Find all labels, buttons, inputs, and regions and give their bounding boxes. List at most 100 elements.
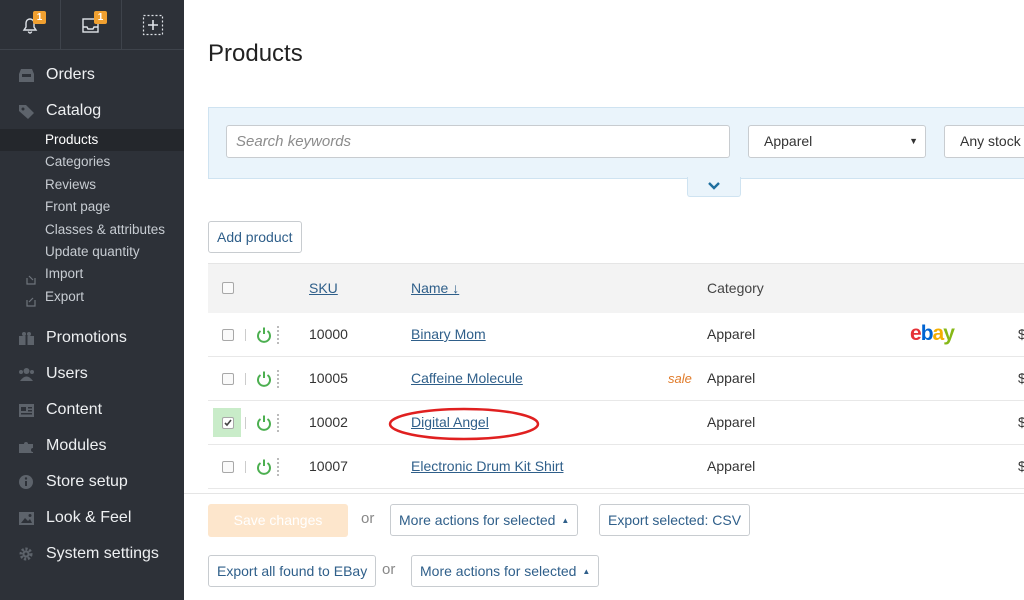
power-toggle-icon[interactable] <box>256 458 272 480</box>
stock-select[interactable]: Any stock s <box>944 125 1024 158</box>
sidebar-item-front-page[interactable]: Front page <box>0 196 184 218</box>
sidebar-item-promotions[interactable]: Promotions <box>0 320 184 356</box>
sidebar-item-label: Modules <box>46 437 107 455</box>
main-content: Products Apparel ▼ Any stock s Add produ… <box>184 0 1024 600</box>
add-product-button[interactable]: Add product <box>208 221 302 253</box>
gift-icon <box>17 330 35 346</box>
sidebar-item-products[interactable]: Products <box>0 129 184 152</box>
row-menu-icon[interactable] <box>277 414 280 432</box>
sidebar-item-catalog[interactable]: Catalog <box>0 93 184 129</box>
row-menu-icon[interactable] <box>277 370 280 388</box>
sidebar-item-content[interactable]: Content <box>0 392 184 428</box>
export-csv-button[interactable]: Export selected: CSV <box>599 504 751 536</box>
divider <box>245 461 246 473</box>
sidebar-item-label: Export <box>45 288 85 304</box>
power-toggle-icon[interactable] <box>256 414 272 436</box>
row-price: $ <box>1018 414 1024 430</box>
row-checkbox[interactable] <box>222 461 234 473</box>
row-category: Apparel <box>707 458 756 474</box>
sidebar: 1 1 Orders Catalog Products Categories R… <box>0 0 184 600</box>
row-price: $ <box>1018 370 1024 386</box>
row-category: Apparel <box>707 370 756 386</box>
sidebar-item-update-quantity[interactable]: Update quantity <box>0 241 184 263</box>
table-row: 10005 Caffeine Molecule sale Apparel $ <box>208 357 1024 401</box>
sidebar-item-label: Promotions <box>46 329 127 347</box>
sale-badge: sale <box>668 371 692 386</box>
sidebar-item-label: Orders <box>46 66 95 83</box>
column-header-name[interactable]: Name ↓ <box>411 264 459 314</box>
sidebar-item-import[interactable]: Import <box>0 263 184 285</box>
search-input[interactable] <box>226 125 730 158</box>
sidebar-item-export[interactable]: Export <box>0 286 184 308</box>
sidebar-item-users[interactable]: Users <box>0 356 184 392</box>
category-select[interactable]: Apparel ▼ <box>748 125 926 158</box>
ebay-logo-icon: ebay <box>910 322 955 345</box>
sidebar-item-store-setup[interactable]: Store setup <box>0 464 184 500</box>
table-header: SKU Name ↓ Category <box>208 263 1024 313</box>
caret-up-icon: ▲ <box>582 567 591 576</box>
row-checkbox[interactable] <box>222 373 234 385</box>
sticky-action-bar: Save changes or More actions for selecte… <box>184 493 1024 600</box>
caret-up-icon: ▲ <box>561 516 570 525</box>
more-actions-button[interactable]: More actions for selected ▲ <box>411 555 600 587</box>
table-row: 10007 Electronic Drum Kit Shirt Apparel … <box>208 445 1024 489</box>
sidebar-item-modules[interactable]: Modules <box>0 428 184 464</box>
row-checkbox-checked[interactable] <box>222 417 234 429</box>
sidebar-item-label: Content <box>46 401 103 419</box>
row-menu-icon[interactable] <box>277 458 280 476</box>
more-actions-label: More actions for selected <box>420 563 577 579</box>
sidebar-item-label: Import <box>45 266 84 282</box>
row-name-link[interactable]: Electronic Drum Kit Shirt <box>411 445 563 489</box>
sidebar-topbar: 1 1 <box>0 0 184 50</box>
row-sku: 10005 <box>309 370 348 386</box>
select-all-checkbox[interactable] <box>222 282 234 294</box>
sidebar-item-label: Store setup <box>46 473 128 491</box>
gear-icon <box>17 546 35 562</box>
notifications-button[interactable]: 1 <box>0 0 61 50</box>
messages-button[interactable]: 1 <box>61 0 122 50</box>
column-header-category: Category <box>707 280 764 296</box>
row-checkbox[interactable] <box>222 329 234 341</box>
row-name-link[interactable]: Caffeine Molecule <box>411 357 523 401</box>
category-select-value: Apparel <box>764 133 813 149</box>
row-sku: 10007 <box>309 458 348 474</box>
dropdown-caret-icon: ▼ <box>909 136 918 146</box>
column-header-sku[interactable]: SKU <box>309 264 338 314</box>
power-toggle-icon[interactable] <box>256 326 272 348</box>
import-icon <box>26 270 36 285</box>
row-menu-icon[interactable] <box>277 326 280 344</box>
quick-add-button[interactable] <box>122 0 183 50</box>
sidebar-item-classes-attributes[interactable]: Classes & attributes <box>0 219 184 241</box>
row-sku: 10002 <box>309 414 348 430</box>
more-actions-label: More actions for selected <box>399 512 556 528</box>
divider <box>245 373 246 385</box>
row-category: Apparel <box>707 414 756 430</box>
users-icon <box>17 366 35 382</box>
expand-filters-button[interactable] <box>687 177 741 197</box>
more-actions-button[interactable]: More actions for selected ▲ <box>390 504 579 536</box>
stock-select-value: Any stock s <box>960 133 1024 149</box>
messages-badge: 1 <box>94 11 107 24</box>
power-toggle-icon[interactable] <box>256 370 272 392</box>
or-separator: or <box>361 510 375 527</box>
sidebar-item-label: System settings <box>46 545 159 563</box>
notifications-badge: 1 <box>33 11 46 24</box>
sidebar-item-reviews[interactable]: Reviews <box>0 174 184 196</box>
save-changes-button[interactable]: Save changes <box>208 504 348 537</box>
sidebar-item-system-settings[interactable]: System settings <box>0 536 184 572</box>
sidebar-item-categories[interactable]: Categories <box>0 151 184 173</box>
export-icon <box>26 292 36 307</box>
catalog-tag-icon <box>17 103 35 119</box>
row-price: $ <box>1018 458 1024 474</box>
sidebar-item-label: Look & Feel <box>46 509 132 527</box>
divider <box>245 417 246 429</box>
sidebar-item-label: Users <box>46 365 88 383</box>
page-title: Products <box>208 40 303 67</box>
add-box-icon <box>142 14 164 36</box>
sidebar-item-orders[interactable]: Orders <box>0 57 184 93</box>
image-icon <box>17 510 35 526</box>
export-ebay-button[interactable]: Export all found to EBay <box>208 555 377 587</box>
row-name-link[interactable]: Binary Mom <box>411 313 486 357</box>
row-sku: 10000 <box>309 326 348 342</box>
sidebar-item-look-feel[interactable]: Look & Feel <box>0 500 184 536</box>
